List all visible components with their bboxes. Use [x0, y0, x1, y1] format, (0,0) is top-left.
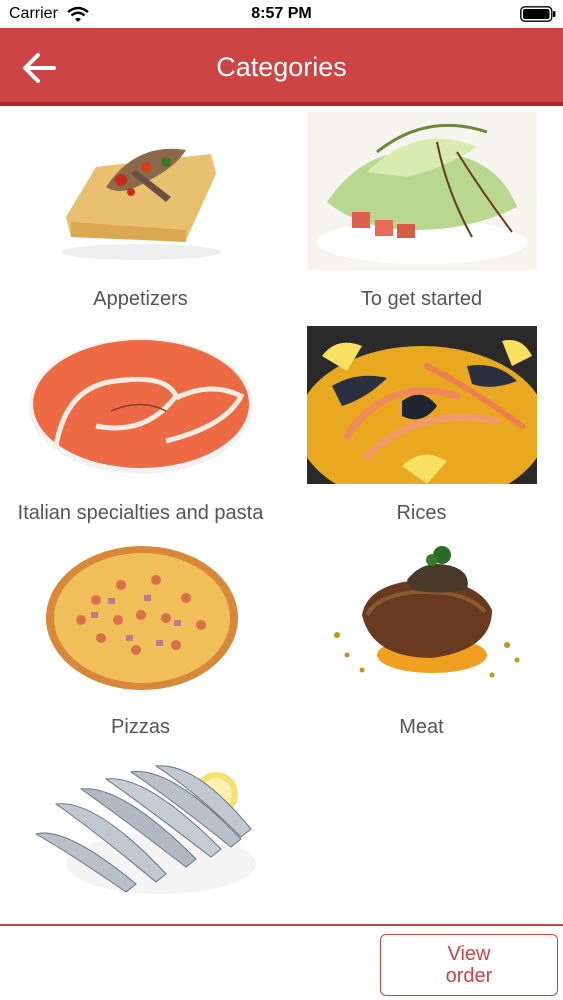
category-label: Appetizers — [93, 288, 188, 310]
nav-bar: Categories — [0, 28, 563, 106]
category-label: Rices — [396, 502, 447, 524]
category-grid: Appetizers To get started Italian specia… — [0, 106, 563, 924]
salad-photo — [307, 112, 537, 270]
view-order-label-line2: order — [445, 965, 493, 987]
category-item-fish[interactable] — [0, 748, 281, 924]
pizza-photo — [26, 540, 256, 698]
category-label: Italian specialties and pasta — [17, 502, 264, 524]
category-item-pizzas[interactable]: Pizzas — [0, 534, 281, 748]
category-label: Meat — [399, 716, 444, 738]
category-item-italian-specialties[interactable]: Italian specialties and pasta — [0, 320, 281, 534]
category-label: To get started — [360, 288, 483, 310]
fish-photo — [26, 754, 256, 912]
status-time: 8:57 PM — [251, 5, 312, 22]
status-bar: Carrier 8:57 PM — [0, 0, 563, 28]
steak-photo — [307, 540, 537, 698]
appetizer-photo — [26, 112, 256, 270]
category-label: Pizzas — [111, 716, 170, 738]
category-item-meat[interactable]: Meat — [281, 534, 562, 748]
category-item-appetizers[interactable]: Appetizers — [0, 106, 281, 320]
view-order-button[interactable]: View order — [380, 934, 558, 996]
soup-photo — [26, 326, 256, 484]
page-title: Categories — [216, 52, 347, 82]
battery-icon — [520, 6, 556, 22]
view-order-label-line1: View — [447, 943, 491, 965]
paella-photo — [307, 326, 537, 484]
bottom-bar: View order — [0, 924, 563, 1000]
category-item-rices[interactable]: Rices — [281, 320, 562, 534]
category-item-to-get-started[interactable]: To get started — [281, 106, 562, 320]
